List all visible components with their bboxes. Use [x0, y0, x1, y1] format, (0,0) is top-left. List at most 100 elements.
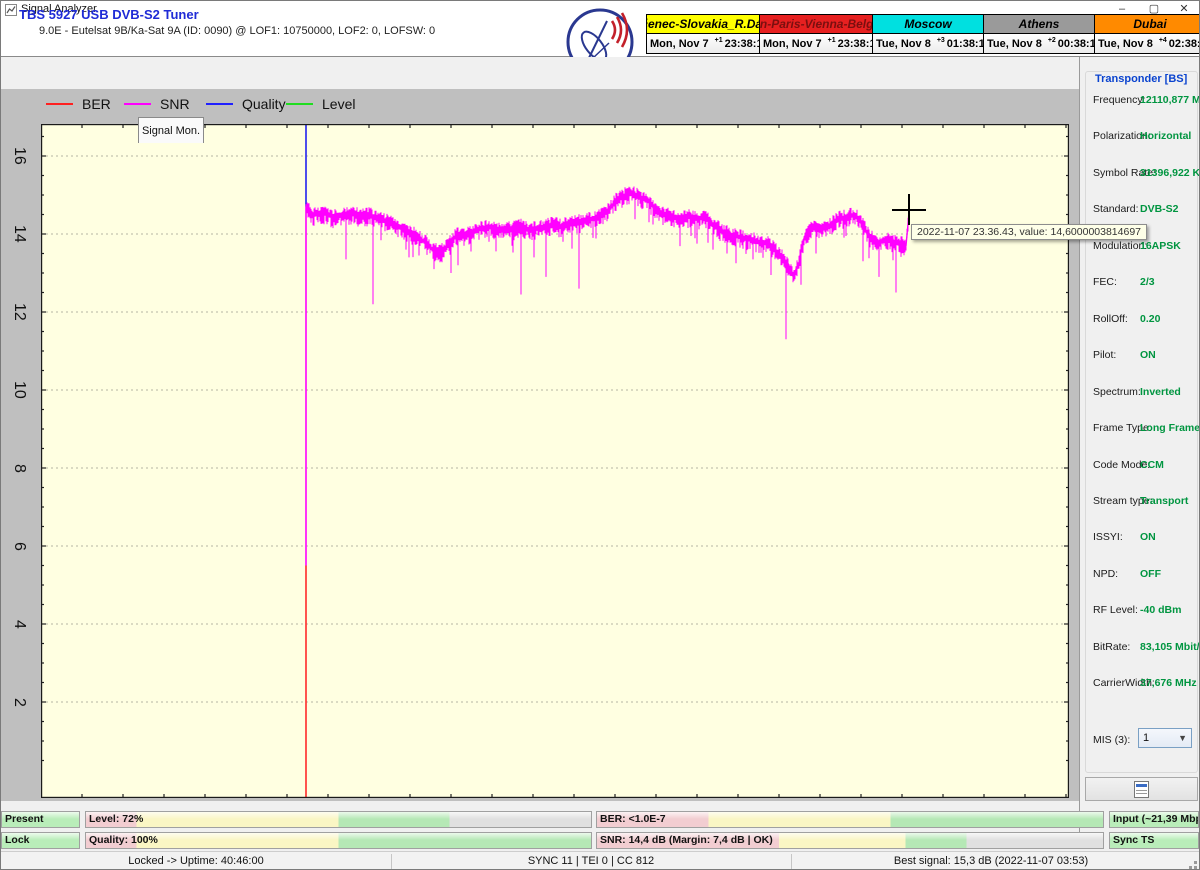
transponder-row-value: 83,105 Mbit/s	[1140, 641, 1200, 653]
bar-label: Level: 72%	[89, 813, 143, 825]
device-title: TBS 5927 USB DVB-S2 Tuner	[19, 7, 199, 22]
bar-label: SNR: 14,4 dB (Margin: 7,4 dB | OK)	[600, 834, 773, 846]
clock-city-name: Athens	[984, 15, 1094, 34]
clock-utc-offset: +1	[715, 37, 723, 44]
value-tooltip: 2022-11-07 23.36.43, value: 14,600000381…	[911, 224, 1147, 240]
status-separator	[791, 854, 792, 869]
transponder-row-value: DVB-S2	[1140, 203, 1179, 215]
transponder-row-value: 16APSK	[1140, 240, 1181, 252]
clock-column: DubaiTue, Nov 8+402:38:16	[1095, 14, 1200, 54]
legend-label: BER	[82, 96, 111, 112]
transponder-row-label: RF Level:	[1093, 604, 1138, 616]
bar-label: BER: <1.0E-7	[600, 813, 666, 825]
signal-analyzer-window: Signal Analyzer – ▢ ✕ TBS 5927 USB DVB-S…	[0, 0, 1200, 870]
transponder-row-label: Spectrum:	[1093, 386, 1141, 398]
clock-date: Tue, Nov 8	[987, 38, 1042, 50]
clock-utc-offset: +2	[1048, 37, 1056, 44]
status-bar: Locked -> Uptime: 40:46:00 SYNC 11 | TEI…	[1, 851, 1200, 870]
y-axis-label: 2	[8, 685, 30, 719]
transponder-row-label: Standard:	[1093, 203, 1139, 215]
chevron-down-icon: ▼	[1178, 733, 1187, 743]
legend-line-swatch	[46, 103, 73, 105]
transponder-row-value: 2/3	[1140, 276, 1155, 288]
transponder-row-label: FEC:	[1093, 276, 1117, 288]
uptime-status: Locked -> Uptime: 40:46:00	[128, 855, 263, 867]
y-axis-label: 6	[8, 529, 30, 563]
bar-label: Quality: 100%	[89, 834, 158, 846]
clock-column: AthensTue, Nov 8+200:38:16	[984, 14, 1095, 54]
status-bar-snr: SNR: 14,4 dB (Margin: 7,4 dB | OK)	[596, 832, 1104, 849]
clock-city-name: Lučenec-Slovakia_R.Dávid	[647, 15, 759, 34]
clock-city-name: Moscow	[873, 15, 983, 34]
status-bar-ber: BER: <1.0E-7	[596, 811, 1104, 828]
transponder-sidebar: Transponder [BS] Frequency:12110,877 MHz…	[1079, 57, 1200, 849]
transponder-row-label: ISSYI:	[1093, 531, 1123, 543]
mis-select[interactable]: 1 ▼	[1138, 728, 1192, 748]
legend-line-swatch	[286, 103, 313, 105]
legend-item-quality: Quality	[206, 89, 286, 118]
transponder-row-value: ON	[1140, 349, 1156, 361]
transponder-row-value: 12110,877 MHz	[1140, 94, 1200, 106]
y-axis-label: 10	[8, 373, 30, 407]
y-axis-label: 4	[8, 607, 30, 641]
clock-time: Tue, Nov 8+200:38:16	[984, 34, 1094, 53]
transponder-row-value: 0.20	[1140, 313, 1160, 325]
tab-strip: BS ModeDT ModeSignal Mon.TSA (OK)AV Play…	[1, 57, 1079, 89]
transponder-row-label: RollOff:	[1093, 313, 1128, 325]
legend-item-level: Level	[286, 89, 355, 118]
bar-highlight	[86, 833, 591, 840]
legend-item-ber: BER	[46, 89, 111, 118]
clock-date: Tue, Nov 8	[876, 38, 931, 50]
legend-label: Level	[322, 96, 355, 112]
transponder-row-value: Transport	[1140, 495, 1188, 507]
status-bar-level: Level: 72%	[85, 811, 592, 828]
transponder-row-label: BitRate:	[1093, 641, 1130, 653]
transponder-row-label: Pilot:	[1093, 349, 1116, 361]
clock-utc-offset: +4	[1159, 37, 1167, 44]
best-signal-status: Best signal: 15,3 dB (2022-11-07 03:53)	[894, 855, 1088, 867]
clock-time: Tue, Nov 8+301:38:16	[873, 34, 983, 53]
clock-utc-offset: +3	[937, 37, 945, 44]
ts-list-icon	[1134, 781, 1149, 798]
cursor-crosshair	[908, 194, 910, 225]
tab-signal-mon-[interactable]: Signal Mon.	[138, 117, 204, 143]
clock-date: Mon, Nov 7	[650, 38, 709, 50]
transponder-row-value: ON	[1140, 531, 1156, 543]
legend-item-snr: SNR	[124, 89, 190, 118]
transponder-title: Transponder [BS]	[1092, 73, 1190, 85]
legend-label: Quality	[242, 96, 286, 112]
clock-column: Berlin-Paris-Vienna-Belgrade Mon, Nov 7 +1…	[760, 14, 873, 54]
bar-label: Lock	[5, 834, 30, 846]
bar-highlight	[86, 812, 591, 819]
clock-city-name: Dubai	[1095, 15, 1200, 34]
ts-tool-button[interactable]	[1085, 777, 1198, 801]
transponder-row-label: NPD:	[1093, 568, 1118, 580]
status-separator	[391, 854, 392, 869]
y-axis-label: 12	[8, 295, 30, 329]
clock-city-name: Berlin-Paris-Vienna-Belgrade	[760, 15, 872, 34]
app-icon	[5, 4, 17, 16]
clock-column: MoscowTue, Nov 8+301:38:16	[873, 14, 984, 54]
y-axis-label: 8	[8, 451, 30, 485]
transponder-row-label: Frequency:	[1093, 94, 1146, 106]
transponder-groupbox: Transponder [BS] Frequency:12110,877 MHz…	[1085, 71, 1198, 773]
transponder-row-value: CCM	[1140, 459, 1164, 471]
legend-line-swatch	[206, 103, 233, 105]
y-axis-label: 14	[8, 217, 30, 251]
chart-legend: BER SNR Quality Level	[1, 89, 1079, 118]
transponder-row-value: Long Frame	[1140, 422, 1200, 434]
transponder-row-value: Inverted	[1140, 386, 1181, 398]
clock-date: Tue, Nov 8	[1098, 38, 1153, 50]
legend-label: SNR	[160, 96, 190, 112]
sync-status: SYNC 11 | TEI 0 | CC 812	[528, 855, 654, 867]
clock-date: Mon, Nov 7	[763, 38, 822, 50]
transponder-row-value: Horizontal	[1140, 130, 1191, 142]
clock-utc-offset: +1	[828, 37, 836, 44]
bar-label: Input (~21,39 Mbps)	[1113, 813, 1199, 825]
clock-time: Mon, Nov 7+123:38:16	[647, 34, 759, 53]
bar-highlight	[597, 812, 1103, 819]
clock-column: Lučenec-Slovakia_R.DávidMon, Nov 7+123:3…	[646, 14, 760, 54]
status-bar-quality: Quality: 100%	[85, 832, 592, 849]
resize-grip[interactable]	[1194, 861, 1197, 864]
clock-time: Tue, Nov 8+402:38:16	[1095, 34, 1200, 53]
